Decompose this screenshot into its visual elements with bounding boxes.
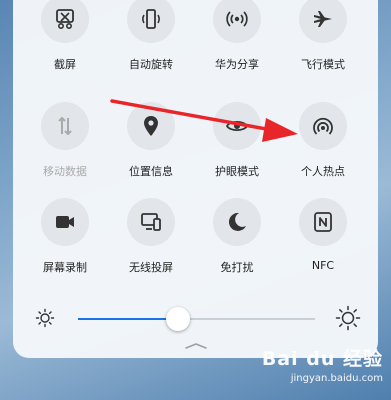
toggle-label: NFC [311, 259, 335, 272]
toggle-tile-hotspot[interactable]: 个人热点 [278, 102, 368, 187]
toggle-label: 无线投屏 [129, 261, 173, 274]
rotate-phone-icon [142, 9, 160, 29]
toggle-label: 个人热点 [301, 165, 345, 178]
toggle-label: 免打扰 [220, 261, 254, 274]
toggle-tile-scissors-screenshot[interactable]: 截屏 [20, 0, 110, 85]
wireless-share-icon [226, 11, 248, 27]
toggle-label: 华为分享 [215, 58, 259, 71]
toggle-label: 截屏 [54, 58, 76, 71]
brightness-fill [78, 318, 178, 320]
toggle-button[interactable] [213, 102, 261, 150]
brightness-thumb[interactable] [165, 307, 190, 331]
toggle-tile-nfc[interactable]: NFC [278, 198, 368, 283]
toggle-button[interactable] [127, 102, 175, 150]
sun-large-icon [335, 305, 361, 331]
toggle-tile-moon[interactable]: 免打扰 [192, 198, 282, 283]
toggle-tile-screen-cast[interactable]: 无线投屏 [106, 198, 196, 283]
toggle-button[interactable] [41, 198, 89, 246]
eye-icon [225, 120, 249, 132]
toggle-button[interactable] [41, 102, 89, 150]
hotspot-icon [313, 117, 333, 135]
sun-small-icon [35, 308, 55, 328]
moon-icon [228, 212, 246, 231]
mobile-data-icon [58, 116, 72, 136]
toggle-label: 自动旋转 [129, 58, 173, 71]
toggle-button[interactable] [127, 0, 175, 43]
scissors-screenshot-icon [56, 9, 74, 29]
toggle-label: 护眼模式 [215, 165, 259, 178]
toggle-tile-airplane[interactable]: 飞行模式 [278, 0, 368, 85]
brightness-slider[interactable] [13, 302, 378, 336]
toggle-tile-location-pin[interactable]: 位置信息 [106, 102, 196, 187]
watermark-url: jingyan.baidu.com [290, 373, 383, 384]
toggle-button[interactable] [41, 0, 89, 43]
toggle-label: 飞行模式 [301, 58, 345, 71]
watermark-brand: Bai du 经验 [261, 348, 383, 370]
brightness-track[interactable] [78, 318, 315, 320]
toggle-tile-eye[interactable]: 护眼模式 [192, 102, 282, 187]
toggle-label: 移动数据 [43, 165, 87, 178]
watermark: Bai du 经验 jingyan.baidu.com [262, 344, 383, 384]
toggle-button[interactable] [299, 102, 347, 150]
toggle-tile-video-camera[interactable]: 屏幕录制 [20, 198, 110, 283]
toggle-button[interactable] [213, 0, 261, 43]
chevron-up-icon[interactable] [185, 343, 207, 349]
toggle-label: 位置信息 [129, 165, 173, 178]
toggle-button[interactable] [213, 198, 261, 246]
toggle-button[interactable] [127, 198, 175, 246]
toggle-button[interactable] [299, 198, 347, 246]
toggle-tile-wireless-share[interactable]: 华为分享 [192, 0, 282, 85]
location-pin-icon [144, 116, 158, 136]
screen-cast-icon [141, 213, 161, 231]
toggle-label: 屏幕录制 [43, 261, 87, 274]
toggle-tile-rotate-phone[interactable]: 自动旋转 [106, 0, 196, 85]
video-camera-icon [56, 216, 74, 228]
nfc-icon [314, 212, 332, 232]
airplane-icon [314, 11, 332, 27]
toggle-tile-mobile-data[interactable]: 移动数据 [20, 102, 110, 187]
toggle-button[interactable] [299, 0, 347, 43]
